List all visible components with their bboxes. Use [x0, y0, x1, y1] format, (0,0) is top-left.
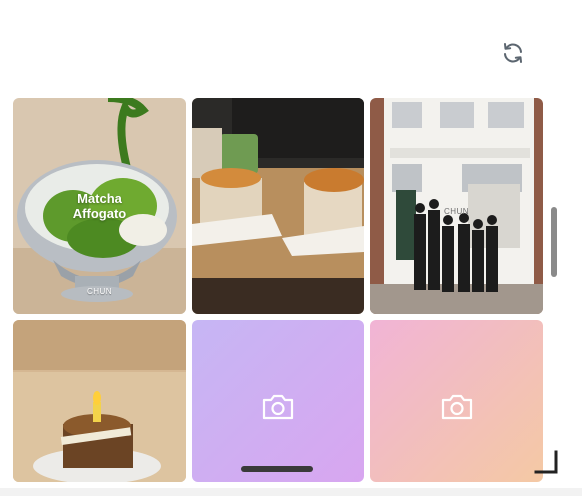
tile-brand: CHUN	[86, 287, 113, 296]
sandwiches-photo	[192, 98, 364, 314]
camera-icon	[262, 394, 294, 420]
photo-tile-storefront[interactable]: CHUN	[370, 98, 543, 314]
photo-tile-sandwiches[interactable]	[192, 98, 364, 314]
photo-placeholder-tile[interactable]	[370, 320, 543, 482]
cake-photo	[13, 320, 186, 482]
storefront-photo	[370, 98, 543, 314]
camera-icon	[441, 394, 472, 420]
photo-tile-matcha-affogato[interactable]: Matcha Affogato CHUN	[13, 98, 186, 314]
home-indicator[interactable]	[241, 466, 313, 472]
photo-grid: Matcha Affogato CHUN CHUN	[0, 0, 582, 496]
bottom-edge	[0, 488, 582, 496]
tile-title: Matcha Affogato	[72, 191, 127, 221]
resize-corner-icon	[534, 450, 558, 474]
storefront-sign: CHUN	[443, 207, 470, 216]
photo-placeholder-tile[interactable]	[192, 320, 364, 482]
scrollbar-thumb[interactable]	[551, 207, 557, 277]
resize-handle[interactable]	[532, 448, 560, 476]
photo-tile-cake[interactable]	[13, 320, 186, 482]
